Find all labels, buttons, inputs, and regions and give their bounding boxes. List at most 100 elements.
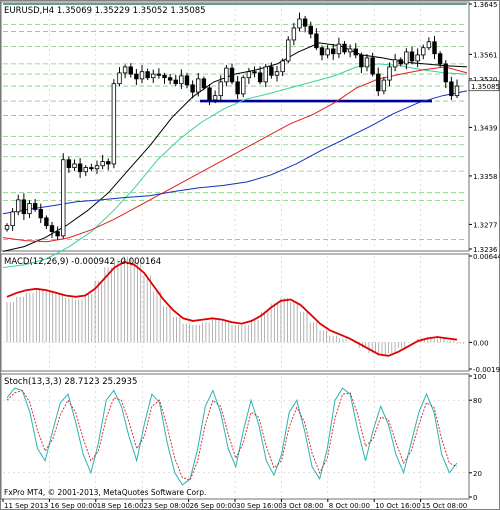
candle-body [156, 73, 162, 76]
time-tick-label: 10 Oct 16:00 [375, 502, 421, 510]
symbol-info-label: EURUSD,H4 1.35069 1.35229 1.35052 1.3508… [4, 6, 206, 16]
candle-body [297, 18, 302, 29]
candle-body [162, 74, 167, 79]
candle-body [94, 165, 100, 170]
candle-body [128, 66, 133, 75]
time-tick-label: 26 Sep 00:00 [190, 502, 237, 510]
candle-body [134, 73, 139, 80]
candle-body [331, 48, 336, 55]
candle-body [201, 78, 207, 89]
candle-body [61, 159, 66, 237]
candle-body [32, 203, 38, 210]
candle-body [342, 43, 347, 53]
candle-body [173, 79, 178, 85]
candle-body [370, 57, 375, 75]
candle-body [246, 71, 252, 79]
current-price-label: 1.35085 [471, 83, 500, 91]
candle-body [207, 87, 212, 101]
candle-body [432, 41, 437, 55]
price-tick-label: 1.3439 [473, 124, 498, 132]
time-tick-label: 3 Oct 08:00 [282, 502, 323, 510]
candle-body [83, 167, 88, 173]
stoch-tick-label: 80 [473, 397, 482, 405]
price-tick-label: 1.3561 [473, 51, 498, 59]
candle-body [122, 66, 128, 74]
macd-info-label: MACD(12,26,9) -0.000942 -0.000164 [4, 257, 161, 267]
candle-body [55, 231, 60, 237]
candle-body [404, 51, 409, 65]
candle-body [151, 73, 156, 79]
candle-body [280, 60, 285, 73]
candle-body [269, 66, 274, 76]
candle-body [89, 167, 94, 170]
candle-body [376, 73, 381, 92]
candle-body [387, 66, 392, 81]
price-tick-label: 1.3645 [473, 1, 498, 9]
candle-body [224, 67, 229, 83]
candle-body [44, 217, 49, 227]
candle-body [257, 72, 263, 83]
candle-body [190, 84, 195, 93]
candle-body [139, 71, 145, 80]
candle-body [421, 47, 426, 56]
candle-body [443, 63, 448, 83]
macd-tick-label: 0.00 [473, 339, 489, 347]
candle-body [218, 81, 223, 97]
candle-body [274, 71, 280, 76]
stoch-info-label: Stoch(13,3,3) 28.7123 25.2935 [4, 377, 137, 387]
candle-body [336, 43, 342, 55]
stoch-tick-label: 20 [473, 470, 482, 478]
candle-body [111, 83, 117, 165]
candle-body [49, 225, 55, 233]
candle-body [16, 199, 21, 213]
time-tick-label: 23 Sep 08:00 [143, 502, 190, 510]
candle-body [308, 25, 313, 35]
time-tick-label: 16 Sep 00:00 [50, 502, 97, 510]
candle-body [398, 59, 403, 65]
candle-body [263, 66, 268, 83]
price-tick-label: 1.3277 [473, 221, 498, 229]
candle-body [167, 77, 173, 81]
candle-body [196, 78, 201, 93]
candle-body [241, 77, 246, 95]
time-tick-label: 18 Sep 16:00 [97, 502, 144, 510]
candle-body [179, 75, 184, 85]
time-tick-label: 15 Oct 08:00 [422, 502, 468, 510]
candle-body [325, 48, 330, 56]
candle-body [415, 54, 420, 62]
candle-body [286, 39, 291, 62]
candle-body [449, 81, 454, 97]
stoch-tick-label: 100 [473, 373, 486, 381]
candle-body [437, 53, 443, 65]
time-tick-label: 8 Oct 00:00 [329, 502, 370, 510]
candle-body [10, 211, 15, 227]
price-tick-label: 1.3358 [473, 173, 498, 181]
copyright-footer: FxPro MT4, © 2001-2013, MetaQuotes Softw… [4, 488, 206, 497]
candle-body [106, 161, 111, 165]
candle-body [66, 159, 72, 168]
macd-tick-label: 0.006446 [473, 253, 500, 261]
candle-body [145, 71, 150, 79]
candle-body [72, 163, 77, 168]
candle-body [302, 18, 308, 27]
stoch-tick-label: 0 [473, 494, 477, 502]
candle-body [426, 41, 432, 49]
candle-body [381, 79, 387, 92]
time-tick-label: 30 Sep 16:00 [236, 502, 283, 510]
candle-body [77, 163, 83, 173]
candle-body [229, 67, 235, 83]
trading-chart[interactable]: 1.36451.35611.35201.34391.33581.32771.32… [0, 0, 500, 510]
candle-body [314, 33, 319, 49]
candle-body [319, 47, 325, 56]
candle-body [117, 72, 122, 85]
candle-body [212, 95, 218, 101]
candle-body [364, 57, 370, 68]
candle-body [454, 85, 460, 97]
candle-body [27, 203, 32, 215]
candle-body [235, 81, 240, 95]
candle-body [291, 27, 297, 41]
candle-body [38, 209, 43, 219]
time-tick-label: 11 Sep 2013 [4, 502, 48, 510]
candle-body [392, 59, 398, 68]
candle-body [409, 51, 415, 62]
